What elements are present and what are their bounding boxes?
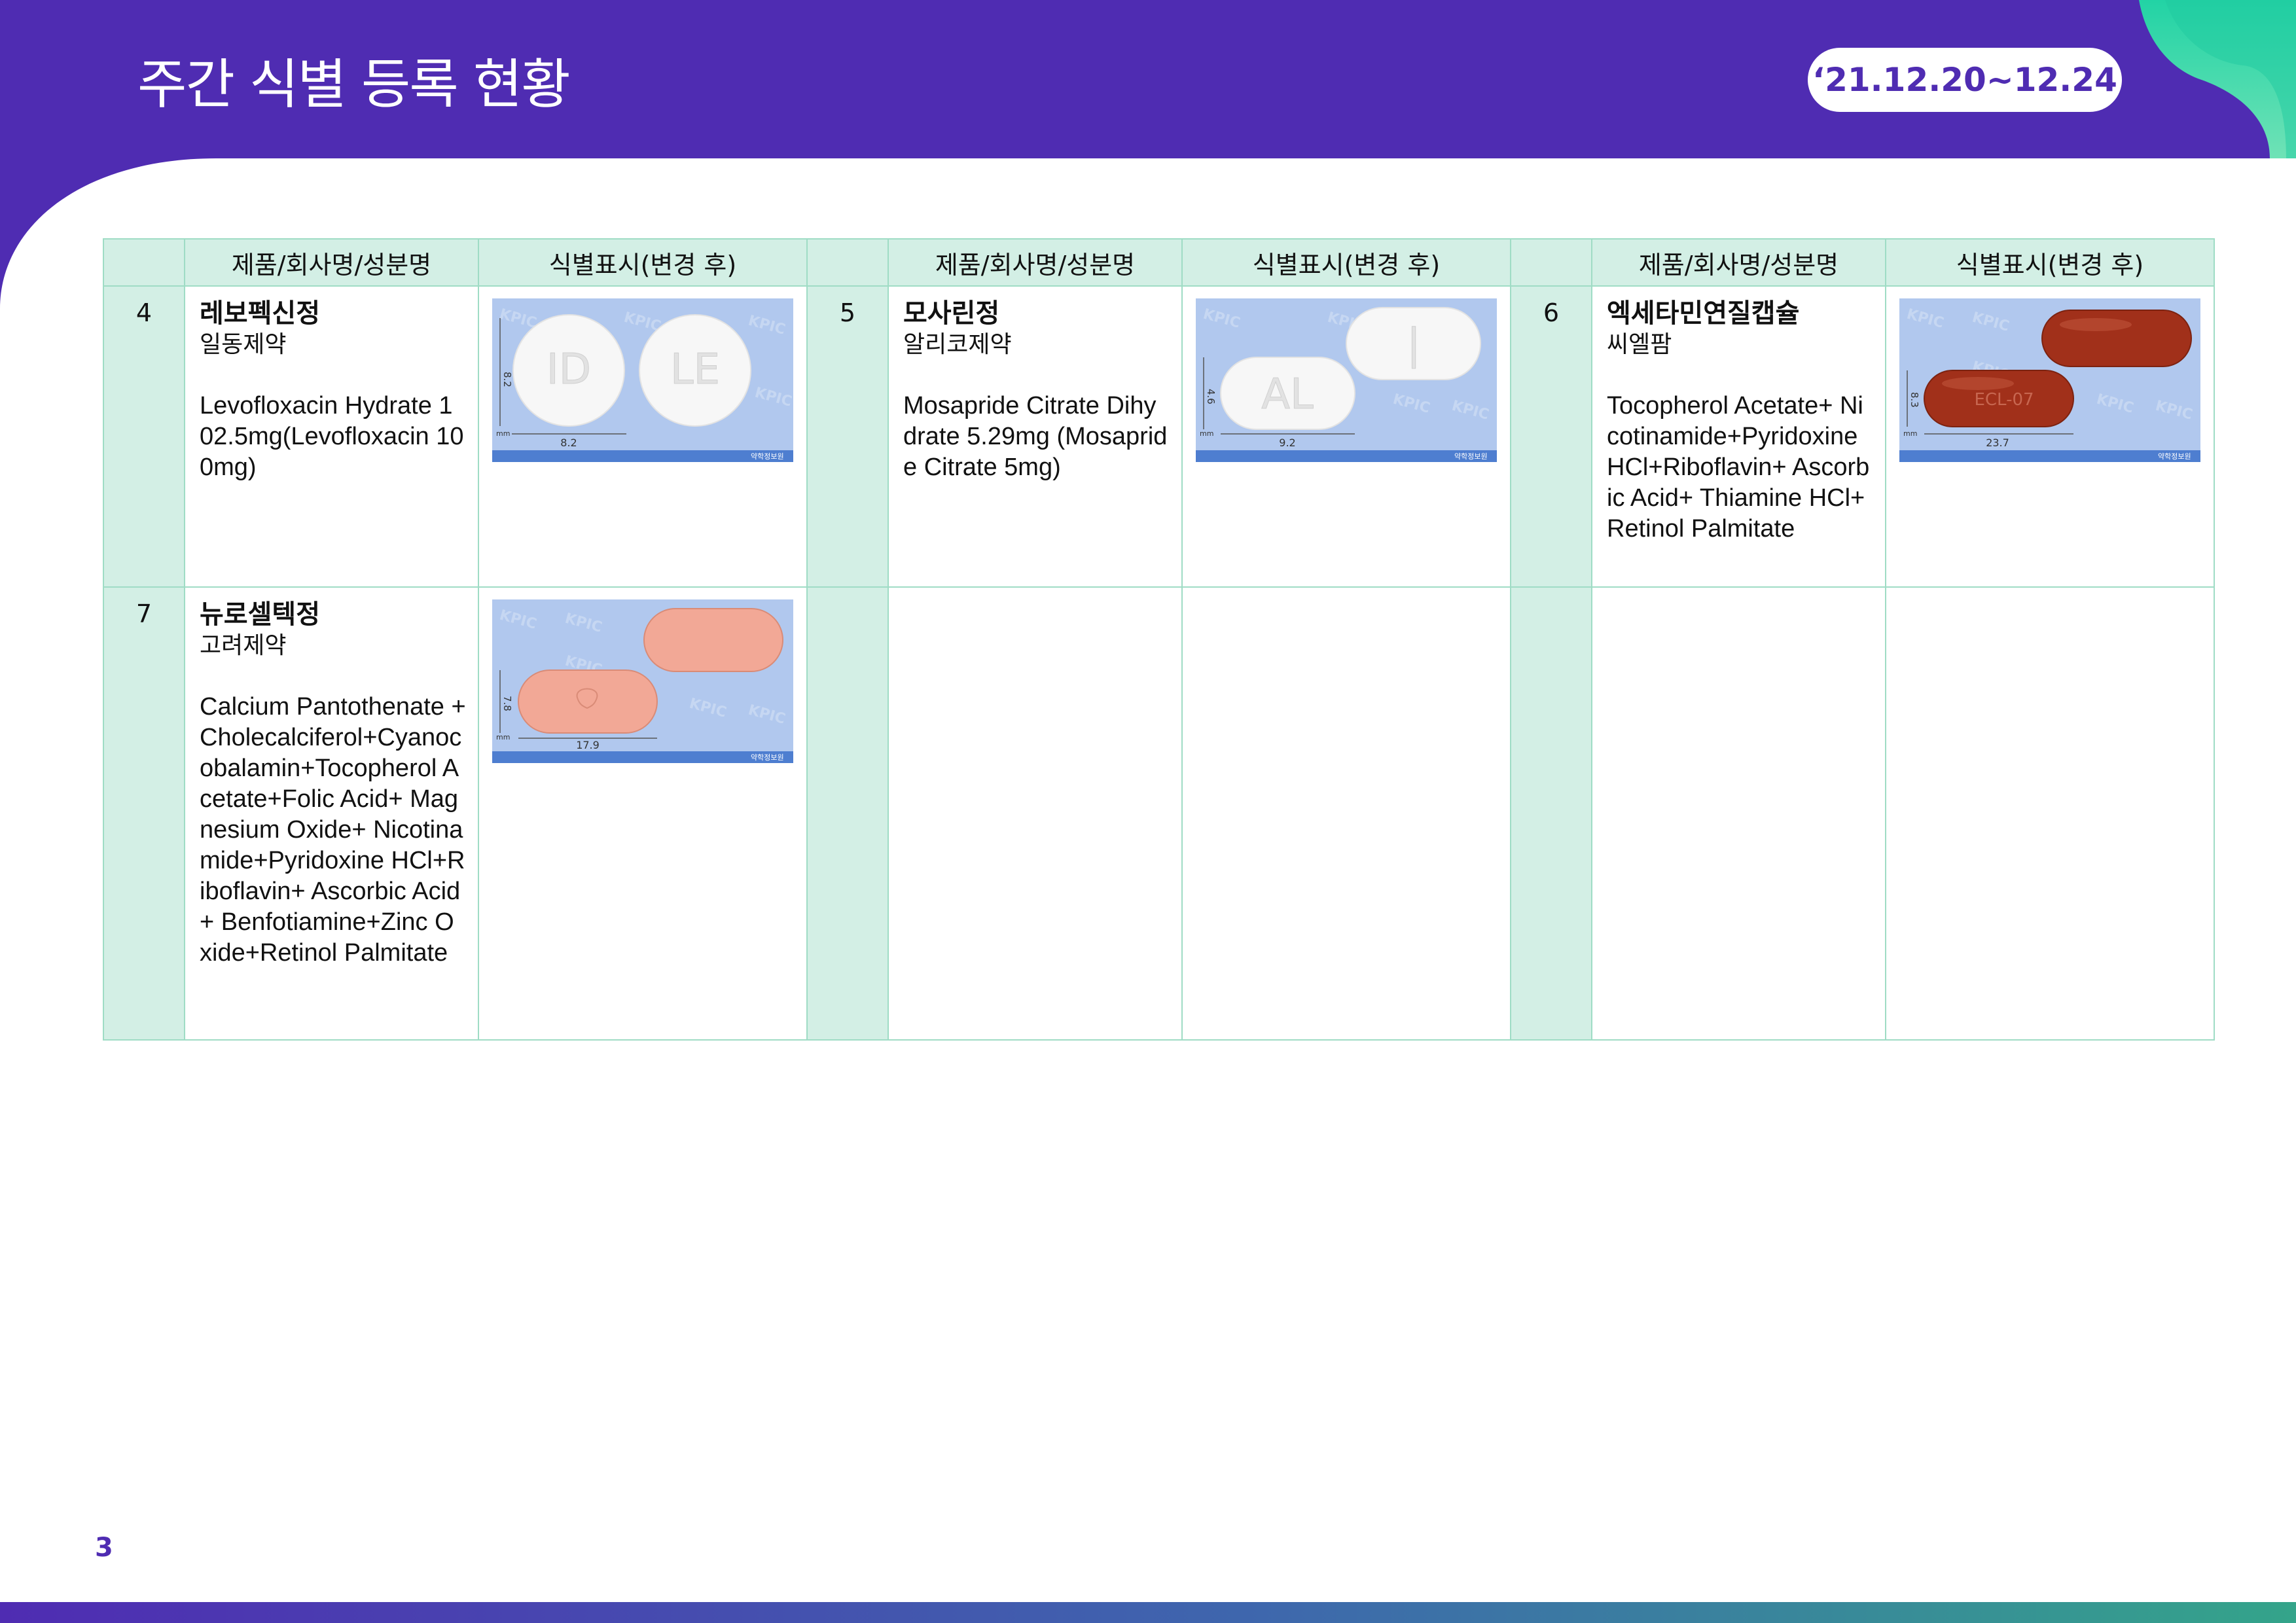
header-cell-product-2: 제품/회사명/성분명 [888,238,1183,287]
header-cell-no-1 [103,238,185,287]
page-number: 3 [95,1533,113,1563]
company-name: 고려제약 [200,632,287,659]
ingredients: Mosapride Citrate Dihydrate 5.29mg (Mosa… [903,392,1168,481]
pill-image-cell: KPIC KPIC KPIC KPIC KPIC ECL-07 8.3 mm [1885,285,2215,588]
header-cell-no-2 [806,238,889,287]
empty-cell [1885,586,2215,1041]
unit-label: mm [1903,429,1917,438]
unit-label: mm [1200,429,1213,438]
product-info: 모사린정 알리코제약 Mosapride Citrate Dihydrate 5… [888,285,1183,588]
page-title: 주간 식별 등록 현황 [137,54,571,116]
company-name: 알리코제약 [903,331,1012,358]
row-number: 4 [103,285,185,588]
row-number-empty [1510,586,1592,1041]
ingredients: Calcium Pantothenate +Cholecalciferol+Cy… [200,693,466,967]
header-decoration [2139,0,2296,158]
product-name: 엑세타민연질캡슐 [1607,298,1800,329]
header-cell-marking-3: 식별표시(변경 후) [1885,238,2215,287]
unit-label: mm [496,733,510,741]
source-label: 약학정보원 [751,753,784,762]
product-name: 레보펙신정 [200,298,320,329]
ingredients: Levofloxacin Hydrate 102.5mg(Levofloxaci… [200,392,464,481]
pill-marking: LE [670,346,720,394]
header-cell-marking-1: 식별표시(변경 후) [478,238,808,287]
header-cell-product-3: 제품/회사명/성분명 [1591,238,1886,287]
empty-cell [888,586,1183,1041]
row-number: 6 [1510,285,1592,588]
dimension-label: 8.2 [560,437,577,449]
pill-photo: KPIC KPIC KPIC KPIC KPIC | AL 4.6 mm 9.2 [1196,298,1497,462]
table-header-row: 제품/회사명/성분명 식별표시(변경 후) 제품/회사명/성분명 식별표시(변경… [103,238,2215,287]
company-name: 일동제약 [200,331,287,358]
row-number: 5 [806,285,889,588]
empty-cell [1181,586,1511,1041]
row-number-empty [806,586,889,1041]
pill-marking: AL [1261,370,1314,419]
product-info: 뉴로셀텍정 고려제약 Calcium Pantothenate +Choleca… [184,586,479,1041]
identification-table: 제품/회사명/성분명 식별표시(변경 후) 제품/회사명/성분명 식별표시(변경… [103,238,2215,1041]
dimension-label: 8.3 [1909,392,1920,408]
table-row: 7 뉴로셀텍정 고려제약 Calcium Pantothenate +Chole… [103,586,2215,1041]
ingredients: Tocopherol Acetate+ Nicotinamide+Pyridox… [1607,392,1870,543]
product-name: 뉴로셀텍정 [200,599,320,630]
dimension-label: 23.7 [1986,437,2009,449]
date-range-badge: ‘21.12.20~12.24 [1808,48,2122,112]
source-label: 약학정보원 [1454,452,1488,461]
pill-photo: KPIC KPIC KPIC KPIC KPIC KPIC ID LE 8.2 … [492,298,793,462]
table-row: 4 레보펙신정 일동제약 Levofloxacin Hydrate 102.5m… [103,285,2215,588]
pill-image-cell: KPIC KPIC KPIC KPIC KPIC 7.8 mm 17.9 약학정… [478,586,808,1041]
dimension-label: 9.2 [1279,437,1295,449]
header-cell-no-3 [1510,238,1592,287]
header-cell-product-1: 제품/회사명/성분명 [184,238,479,287]
dimension-label: 7.8 [501,696,513,711]
empty-cell [1591,586,1886,1041]
company-name: 씨엘팜 [1607,331,1672,358]
source-label: 약학정보원 [2158,452,2191,461]
pill-photo: KPIC KPIC KPIC KPIC KPIC 7.8 mm 17.9 약학정… [492,599,793,763]
unit-label: mm [496,429,510,438]
pill-image-cell: KPIC KPIC KPIC KPIC KPIC | AL 4.6 mm 9.2 [1181,285,1511,588]
product-info: 레보펙신정 일동제약 Levofloxacin Hydrate 102.5mg(… [184,285,479,588]
source-label: 약학정보원 [751,452,784,461]
dimension-label: 4.6 [1205,389,1217,404]
pill-marking: | [1407,321,1421,369]
pill-photo: KPIC KPIC KPIC KPIC KPIC ECL-07 8.3 mm [1899,298,2200,462]
product-name: 모사린정 [903,298,1000,329]
header-cell-marking-2: 식별표시(변경 후) [1181,238,1511,287]
pill-marking: ECL-07 [1974,390,2034,410]
dimension-label: 17.9 [576,739,600,751]
product-info: 엑세타민연질캡슐 씨엘팜 Tocopherol Acetate+ Nicotin… [1591,285,1886,588]
dimension-label: 8.2 [501,372,513,387]
footer-bar [0,1602,2296,1623]
row-number: 7 [103,586,185,1041]
pill-image-cell: KPIC KPIC KPIC KPIC KPIC KPIC ID LE 8.2 … [478,285,808,588]
pill-marking: ID [547,346,591,394]
